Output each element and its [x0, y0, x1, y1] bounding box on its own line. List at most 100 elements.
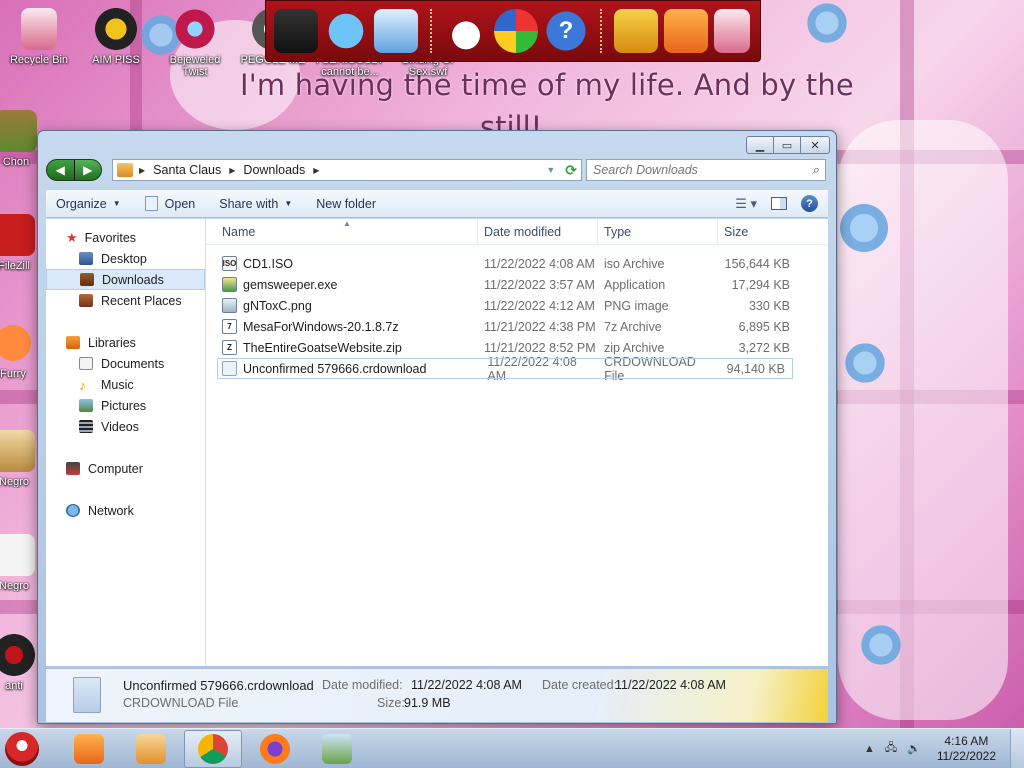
- show-hidden-icons-icon[interactable]: ▲: [864, 743, 875, 755]
- dock-windows-icon[interactable]: [494, 9, 538, 53]
- dock-monitor-icon[interactable]: [374, 9, 418, 53]
- open-label: Open: [164, 196, 196, 211]
- open-button[interactable]: Open: [144, 196, 196, 211]
- organize-button[interactable]: Organize ▼: [56, 197, 121, 211]
- desktop-icon-negro-2[interactable]: Negro: [0, 534, 40, 592]
- nav-recent-places-label: Recent Places: [101, 293, 182, 308]
- help-icon[interactable]: ?: [801, 195, 818, 212]
- views-icon[interactable]: ☰ ▾: [735, 196, 757, 212]
- search-icon[interactable]: ⌕: [812, 162, 819, 178]
- new-folder-button[interactable]: New folder: [316, 197, 376, 211]
- dock-santa-computer-icon[interactable]: [274, 9, 318, 53]
- caret-down-icon: ▼: [112, 199, 121, 208]
- nav-favorites[interactable]: ★ Favorites: [46, 227, 205, 248]
- file-size: 17,294 KB: [731, 277, 790, 292]
- checklist-icon: [322, 733, 352, 764]
- desktop-icon: [79, 252, 93, 265]
- dock-globe-icon[interactable]: [324, 9, 368, 53]
- column-header-date-modified[interactable]: Date modified: [478, 219, 598, 244]
- nav-computer[interactable]: Computer: [46, 458, 205, 479]
- file-type: 7z Archive: [604, 319, 662, 334]
- dock-gift-icon[interactable]: [614, 9, 658, 53]
- blank-file-icon: [222, 361, 237, 376]
- details-date-created-label: Date created:: [542, 678, 618, 692]
- breadcrumb-arrow-icon[interactable]: ▶: [229, 166, 235, 175]
- navigation-pane: ★ Favorites Desktop Downloads Recent Pla…: [46, 219, 206, 666]
- chevron-down-icon[interactable]: ▼: [546, 165, 555, 175]
- desktop-icon-furry[interactable]: Furry: [0, 322, 38, 380]
- forward-button[interactable]: ▶: [74, 160, 101, 180]
- nav-computer-label: Computer: [88, 461, 143, 476]
- address-bar[interactable]: ▶ Santa Claus ▶ Downloads ▶ ▼ ⟳: [112, 159, 582, 181]
- back-button[interactable]: ◀: [47, 160, 75, 180]
- desktop-icon-label: Negro: [0, 580, 29, 592]
- file-name: gemsweeper.exe: [243, 277, 338, 292]
- dock-recycle-icon[interactable]: [714, 9, 750, 53]
- share-with-button[interactable]: Share with ▼: [219, 197, 292, 211]
- nav-videos[interactable]: Videos: [46, 416, 205, 437]
- column-header-size[interactable]: Size: [718, 219, 788, 244]
- filezilla-icon: [0, 214, 35, 256]
- nav-network[interactable]: Network: [46, 500, 205, 521]
- show-desktop-button[interactable]: [1010, 728, 1024, 768]
- nav-recent-places[interactable]: Recent Places: [46, 290, 205, 311]
- nav-downloads[interactable]: Downloads: [46, 269, 205, 290]
- nav-documents[interactable]: Documents: [46, 353, 205, 374]
- preview-pane-icon[interactable]: [771, 197, 787, 210]
- app-icon: [0, 110, 37, 152]
- file-size: 3,272 KB: [738, 340, 790, 355]
- taskbar-media-player[interactable]: [122, 730, 180, 768]
- aim-icon: [95, 8, 137, 50]
- file-row-selected[interactable]: Unconfirmed 579666.crdownload 11/22/2022…: [217, 354, 793, 383]
- breadcrumb-downloads[interactable]: Downloads: [243, 163, 305, 177]
- desktop-icon-filezilla[interactable]: FileZill: [0, 214, 40, 272]
- desktop-icon-aim[interactable]: AIM PISS: [78, 8, 154, 66]
- volume-icon[interactable]: 🔊: [907, 742, 921, 755]
- file-row[interactable]: ISO CD1.ISO 11/22/2022 4:08 AM iso Archi…: [206, 253, 828, 274]
- file-row[interactable]: 7 MesaForWindows-20.1.8.7z 11/21/2022 4:…: [206, 316, 828, 337]
- column-header-name[interactable]: Name: [206, 219, 478, 244]
- file-row[interactable]: gemsweeper.exe 11/22/2022 3:57 AM Applic…: [206, 274, 828, 295]
- refresh-icon[interactable]: ⟳: [565, 162, 577, 179]
- dock-separator: [430, 9, 432, 53]
- breadcrumb-arrow-icon[interactable]: ▶: [139, 166, 145, 175]
- nav-pictures-label: Pictures: [101, 398, 147, 413]
- nav-pictures[interactable]: Pictures: [46, 395, 205, 416]
- desktop-icon-label: Recycle Bin: [9, 54, 69, 66]
- taskbar-firefox[interactable]: [246, 730, 304, 768]
- dock-help-icon[interactable]: ?: [544, 9, 588, 53]
- desktop-icon-bejeweled[interactable]: Bejeweled Twist: [157, 8, 233, 78]
- star-icon: ★: [66, 229, 78, 245]
- breadcrumb-santa-claus[interactable]: Santa Claus: [153, 163, 221, 177]
- network-tray-icon[interactable]: 🖧: [885, 739, 897, 758]
- start-button[interactable]: [0, 729, 44, 768]
- clock-date: 11/22/2022: [936, 748, 996, 763]
- nav-desktop[interactable]: Desktop: [46, 248, 205, 269]
- file-row[interactable]: gNToxC.png 11/22/2022 4:12 AM PNG image …: [206, 295, 828, 316]
- clock[interactable]: 4:16 AM 11/22/2022: [937, 734, 996, 764]
- taskbar-chrome[interactable]: [184, 729, 242, 768]
- exe-file-icon: [222, 277, 237, 292]
- share-with-label: Share with: [219, 196, 279, 211]
- taskbar-checklist-app[interactable]: [308, 730, 366, 768]
- column-header-type[interactable]: Type: [598, 219, 718, 244]
- desktop-icon-anti[interactable]: anti: [0, 634, 40, 692]
- dock-folder-icon[interactable]: [664, 9, 708, 53]
- breadcrumb-arrow-icon[interactable]: ▶: [313, 166, 319, 175]
- folder-icon: [117, 163, 133, 177]
- minimize-button[interactable]: ▁: [746, 136, 774, 154]
- desktop-icon-label: AIM PISS: [92, 54, 140, 66]
- taskbar-explorer[interactable]: [60, 730, 118, 768]
- file-type: CRDOWNLOAD File: [604, 354, 696, 383]
- dock-snowman-icon[interactable]: [444, 9, 488, 53]
- libraries-icon: [66, 336, 80, 349]
- close-button[interactable]: ✕: [800, 136, 830, 154]
- desktop-icon-recycle-bin[interactable]: Recycle Bin: [1, 8, 77, 66]
- maximize-button[interactable]: ▭: [773, 136, 801, 154]
- nav-libraries[interactable]: Libraries: [46, 332, 205, 353]
- details-date-created: 11/22/2022 4:08 AM: [615, 678, 726, 692]
- search-input[interactable]: [593, 163, 812, 177]
- file-size: 6,895 KB: [738, 319, 790, 334]
- nav-music[interactable]: ♪ Music: [46, 374, 205, 395]
- desktop-icon-negro-1[interactable]: Negro: [0, 430, 40, 488]
